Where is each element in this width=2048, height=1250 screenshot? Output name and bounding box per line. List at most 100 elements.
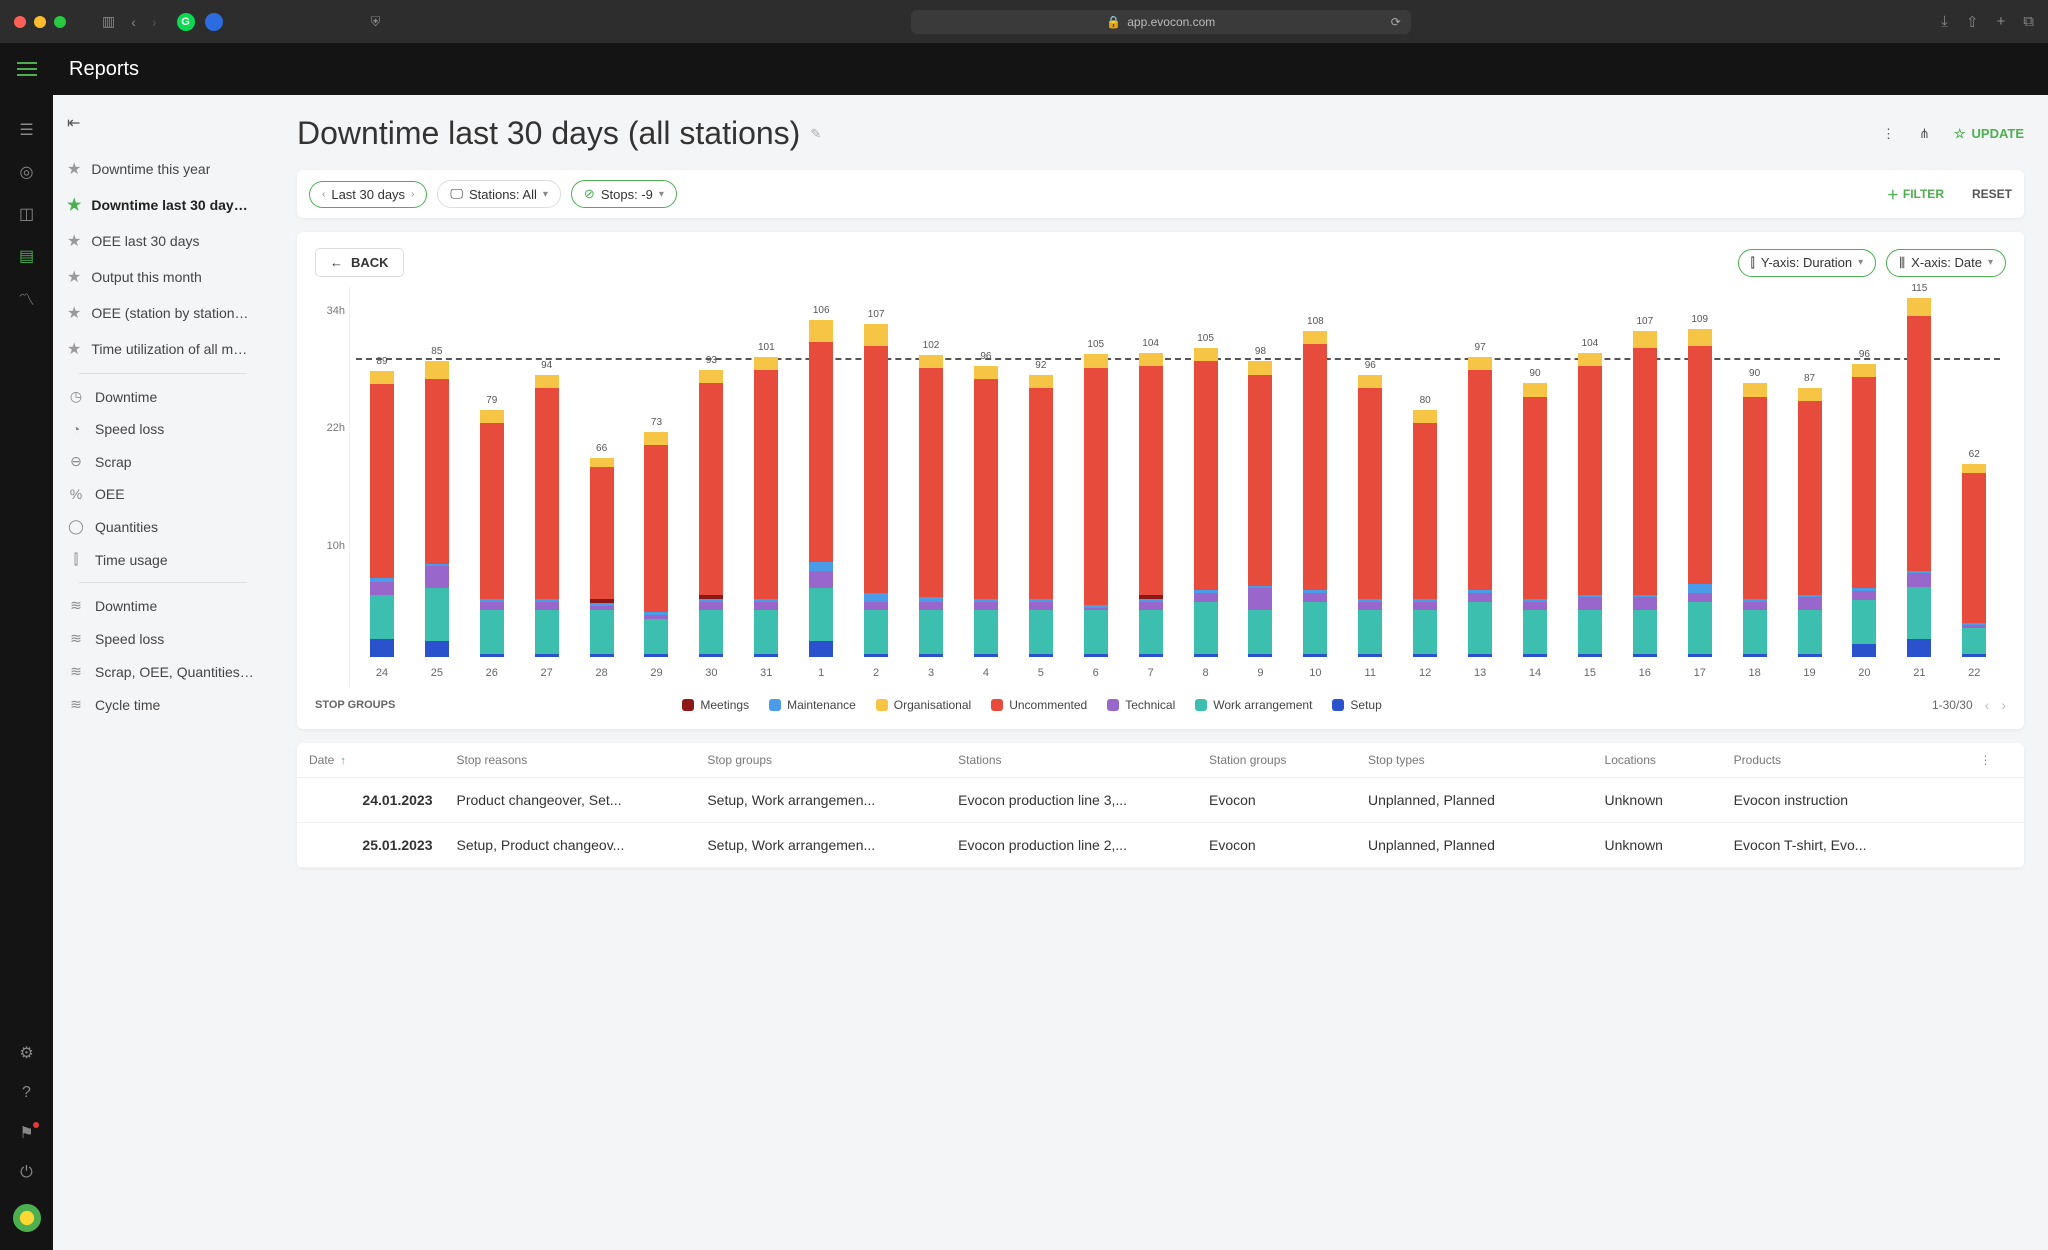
bar-17[interactable]: 109	[1674, 305, 1726, 657]
sidebar-fav-5[interactable]: ★Time utilization of all mac...	[63, 331, 263, 367]
bar-1[interactable]: 106	[795, 305, 847, 657]
sidebar-item-reports1-3[interactable]: %OEE	[63, 478, 263, 510]
sidebar-item-reports2-3[interactable]: ≋Cycle time	[63, 688, 263, 721]
reset-button[interactable]: RESET	[1972, 187, 2012, 201]
rail-target-icon[interactable]: ◎	[18, 163, 36, 181]
sidebar-item-reports2-0[interactable]: ≋Downtime	[63, 589, 263, 622]
rail-list-icon[interactable]: ☰	[18, 121, 36, 139]
sidebar-item-reports1-5[interactable]: ⫿Time usage	[63, 543, 263, 576]
bar-29[interactable]: 73	[631, 305, 683, 657]
col-locations[interactable]: Locations	[1593, 743, 1722, 778]
legend-work-arrangement[interactable]: Work arrangement	[1195, 698, 1312, 712]
new-tab-icon[interactable]: +	[1997, 13, 2006, 31]
sidebar-item-reports2-2[interactable]: ≋Scrap, OEE, Quantities, Ti...	[63, 655, 263, 688]
pager-next-icon[interactable]: ›	[2001, 697, 2006, 713]
bar-30[interactable]: 93	[685, 305, 737, 657]
rail-trend-icon[interactable]: 〽	[18, 289, 36, 307]
sidebar-fav-0[interactable]: ★Downtime this year	[63, 151, 263, 187]
col-date[interactable]: Date↑	[297, 743, 444, 778]
collapse-sidebar-icon[interactable]: ⇤	[67, 113, 263, 133]
rail-grid-icon[interactable]: ◫	[18, 205, 36, 223]
col-stop-groups[interactable]: Stop groups	[695, 743, 946, 778]
bar-3[interactable]: 102	[905, 305, 957, 657]
rail-flag-icon[interactable]: ⚑	[18, 1124, 36, 1142]
bar-2[interactable]: 107	[850, 305, 902, 657]
bar-31[interactable]: 101	[740, 305, 792, 657]
close-window-icon[interactable]	[14, 16, 26, 28]
bar-4[interactable]: 96	[960, 305, 1012, 657]
sidebar-item-reports2-1[interactable]: ≋Speed loss	[63, 622, 263, 655]
nav-back-icon[interactable]: ‹	[131, 14, 136, 30]
x-axis-selector[interactable]: ⫼ X-axis: Date ▾	[1886, 249, 2006, 277]
bar-28[interactable]: 66	[576, 305, 628, 657]
y-axis-selector[interactable]: ⫿ Y-axis: Duration ▾	[1738, 249, 1877, 277]
nav-forward-icon[interactable]: ›	[152, 14, 157, 30]
legend-meetings[interactable]: Meetings	[682, 698, 749, 712]
bar-12[interactable]: 80	[1399, 305, 1451, 657]
legend-setup[interactable]: Setup	[1332, 698, 1381, 712]
filter-date-range[interactable]: ‹ Last 30 days ›	[309, 181, 427, 208]
filter-stations[interactable]: 🖵 Stations: All ▾	[437, 180, 561, 208]
reload-icon[interactable]: ⟳	[1391, 15, 1401, 29]
address-bar[interactable]: 🔒 app.evocon.com ⟳	[911, 10, 1411, 34]
extension-icon[interactable]	[205, 13, 223, 31]
bar-21[interactable]: 115	[1893, 305, 1945, 657]
sidebar-item-reports1-1[interactable]: ◔Speed loss	[63, 413, 263, 445]
grammarly-icon[interactable]: G	[177, 13, 195, 31]
legend-technical[interactable]: Technical	[1107, 698, 1175, 712]
minimize-window-icon[interactable]	[34, 16, 46, 28]
sidebar-fav-4[interactable]: ★OEE (station by station co...	[63, 295, 263, 331]
table-menu-icon[interactable]: ⋮	[1980, 753, 1992, 767]
rail-reports-icon[interactable]: ▤	[18, 247, 36, 265]
tabs-icon[interactable]: ⧉	[2023, 13, 2034, 31]
back-button[interactable]: ← BACK	[315, 248, 404, 277]
col-stop-reasons[interactable]: Stop reasons	[444, 743, 695, 778]
avatar[interactable]	[13, 1204, 41, 1232]
sidebar-toggle-icon[interactable]: ▥	[102, 13, 115, 30]
rail-help-icon[interactable]: ?	[18, 1084, 36, 1102]
bar-9[interactable]: 98	[1235, 305, 1287, 657]
bar-25[interactable]: 85	[411, 305, 463, 657]
bar-15[interactable]: 104	[1564, 305, 1616, 657]
table-row[interactable]: 24.01.2023Product changeover, Set...Setu…	[297, 778, 2024, 823]
legend-maintenance[interactable]: Maintenance	[769, 698, 856, 712]
bar-16[interactable]: 107	[1619, 305, 1671, 657]
menu-button[interactable]	[0, 62, 53, 76]
bar-18[interactable]: 90	[1729, 305, 1781, 657]
bar-10[interactable]: 108	[1289, 305, 1341, 657]
pager-prev-icon[interactable]: ‹	[1985, 697, 1990, 713]
update-button[interactable]: ☆ UPDATE	[1954, 126, 2024, 142]
sidebar-fav-3[interactable]: ★Output this month	[63, 259, 263, 295]
edit-title-icon[interactable]: ✎	[810, 126, 821, 142]
shield-icon[interactable]: ⛨	[371, 14, 381, 30]
bar-14[interactable]: 90	[1509, 305, 1561, 657]
bar-6[interactable]: 105	[1070, 305, 1122, 657]
sidebar-item-reports1-4[interactable]: ◯Quantities	[63, 510, 263, 543]
bar-24[interactable]: 89	[356, 305, 408, 657]
bar-27[interactable]: 94	[521, 305, 573, 657]
col-stop-types[interactable]: Stop types	[1356, 743, 1593, 778]
bar-22[interactable]: 62	[1948, 305, 2000, 657]
window-controls[interactable]	[14, 16, 66, 28]
more-menu-icon[interactable]: ⋮	[1882, 126, 1895, 142]
col-stations[interactable]: Stations	[946, 743, 1197, 778]
add-filter-button[interactable]: ＋ FILTER	[1887, 186, 1944, 203]
maximize-window-icon[interactable]	[54, 16, 66, 28]
bar-26[interactable]: 79	[466, 305, 518, 657]
sidebar-fav-1[interactable]: ★Downtime last 30 days (al...	[63, 187, 263, 223]
bar-13[interactable]: 97	[1454, 305, 1506, 657]
legend-uncommented[interactable]: Uncommented	[991, 698, 1087, 712]
sidebar-fav-2[interactable]: ★OEE last 30 days	[63, 223, 263, 259]
share-report-icon[interactable]: ⋔	[1919, 126, 1930, 142]
rail-settings-icon[interactable]: ⚙	[18, 1044, 36, 1062]
filter-stops[interactable]: ⊘ Stops: -9 ▾	[571, 180, 677, 208]
rail-power-icon[interactable]: ⏻	[18, 1164, 36, 1182]
col-products[interactable]: Products	[1722, 743, 1968, 778]
bar-19[interactable]: 87	[1784, 305, 1836, 657]
bar-11[interactable]: 96	[1344, 305, 1396, 657]
table-row[interactable]: 25.01.2023Setup, Product changeov...Setu…	[297, 823, 2024, 868]
sidebar-item-reports1-0[interactable]: ◷Downtime	[63, 380, 263, 413]
col-station-groups[interactable]: Station groups	[1197, 743, 1356, 778]
bar-7[interactable]: 104	[1125, 305, 1177, 657]
download-icon[interactable]: ⤓	[1941, 13, 1948, 31]
